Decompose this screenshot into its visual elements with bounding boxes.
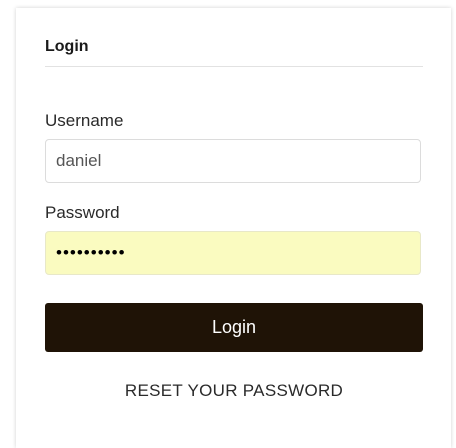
reset-password-link[interactable]: RESET YOUR PASSWORD [45, 381, 423, 401]
username-label: Username [45, 111, 124, 130]
login-title: Login [45, 38, 89, 55]
login-card: Login Username Password Login RESET YOUR… [16, 8, 451, 448]
password-field[interactable] [45, 231, 421, 275]
login-button[interactable]: Login [45, 303, 423, 352]
password-label: Password [45, 203, 120, 222]
username-field[interactable] [45, 139, 421, 183]
title-divider [45, 66, 423, 67]
